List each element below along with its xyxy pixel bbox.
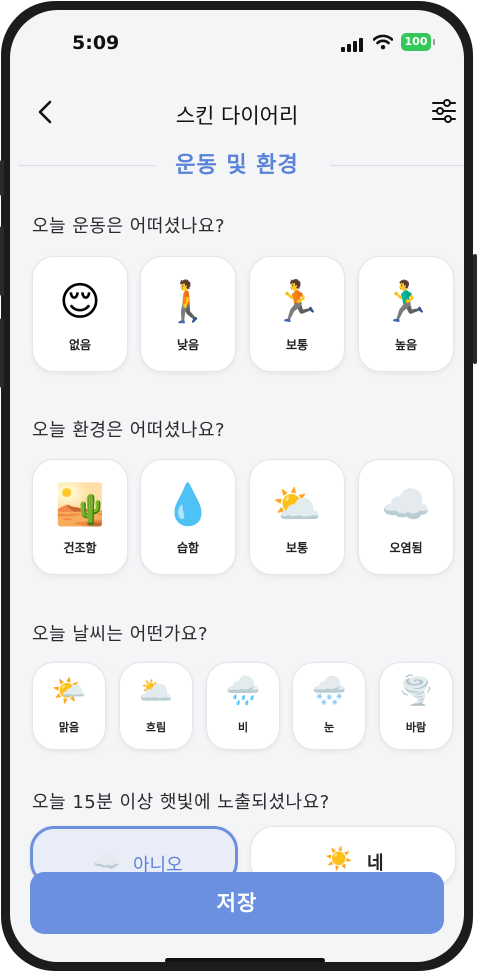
reclining-face-icon: 😌 — [59, 279, 101, 325]
option-label: 습함 — [176, 541, 200, 555]
weather-question: 오늘 날씨는 어떤가요? — [32, 624, 209, 645]
tornado-icon: 🌪️ — [398, 674, 434, 707]
sunlight-question: 오늘 15분 이상 햇빛에 노출되셨나요? — [32, 792, 330, 813]
battery-icon: 100 — [401, 33, 435, 51]
sun-behind-cloud-icon: ⛅ — [272, 482, 322, 528]
divider-left — [18, 165, 156, 166]
status-bar: 5:09 100 — [10, 10, 464, 70]
section-header: 운동 및 환경 — [10, 148, 464, 184]
option-label: 비 — [237, 721, 249, 734]
section-title: 운동 및 환경 — [175, 153, 299, 178]
page-title: 스킨 다이어리 — [175, 104, 299, 128]
sun-behind-large-cloud-icon: 🌥️ — [138, 674, 174, 707]
option-label: 건조함 — [63, 541, 97, 555]
nav-bar: 스킨 다이어리 — [10, 88, 464, 138]
snow-cloud-icon: 🌨️ — [311, 674, 347, 707]
side-button — [473, 254, 477, 364]
option-label: 없음 — [68, 338, 92, 352]
exercise-option-none[interactable]: 😌 없음 — [32, 256, 128, 372]
option-label: 오염됨 — [389, 541, 423, 555]
save-button[interactable]: 저장 — [30, 872, 444, 934]
environment-question: 오늘 환경은 어떠셨나요? — [32, 420, 226, 441]
sun-icon: ☀️ — [325, 847, 353, 872]
status-time: 5:09 — [72, 32, 120, 54]
option-label: 맑음 — [58, 721, 80, 734]
option-label: 바람 — [405, 721, 427, 734]
rain-cloud-icon: 🌧️ — [225, 674, 261, 707]
home-indicator — [165, 958, 325, 962]
exercise-option-normal[interactable]: 🏃 보통 — [249, 256, 345, 372]
option-label: 눈 — [323, 721, 335, 734]
option-label: 보통 — [285, 541, 309, 555]
exercise-question: 오늘 운동은 어떠셨나요? — [32, 216, 226, 237]
weather-option-wind[interactable]: 🌪️ 바람 — [379, 662, 453, 750]
weather-option-snow[interactable]: 🌨️ 눈 — [292, 662, 366, 750]
environment-option-polluted[interactable]: ☁️ 오염됨 — [358, 459, 454, 575]
side-button — [0, 318, 4, 388]
weather-option-cloudy[interactable]: 🌥️ 흐림 — [119, 662, 193, 750]
side-button — [0, 226, 4, 296]
option-label: 흐림 — [145, 721, 167, 734]
phone-frame: 5:09 100 스킨 다이어리 운동 및 환경 오늘 운동은 어떠셨나요? 😌… — [1, 1, 473, 971]
weather-option-rain[interactable]: 🌧️ 비 — [206, 662, 280, 750]
signal-icon — [341, 36, 367, 52]
environment-option-normal[interactable]: ⛅ 보통 — [249, 459, 345, 575]
exercise-option-high[interactable]: 🏃‍♂️ 높음 — [358, 256, 454, 372]
dark-cloud-icon: ☁️ — [381, 482, 431, 528]
running-fast-icon: 🏃‍♂️ — [381, 279, 431, 325]
environment-option-dry[interactable]: 🏜️ 건조함 — [32, 459, 128, 575]
exercise-option-low[interactable]: 🚶 낮음 — [140, 256, 236, 372]
screen: 5:09 100 스킨 다이어리 운동 및 환경 오늘 운동은 어떠셨나요? 😌… — [10, 10, 464, 962]
wifi-icon — [373, 34, 393, 50]
weather-option-sunny[interactable]: 🌤️ 맑음 — [32, 662, 106, 750]
divider-right — [330, 165, 464, 166]
side-button — [0, 160, 4, 196]
option-label: 낮음 — [176, 338, 200, 352]
cloud-icon: ☁️ — [93, 849, 121, 874]
sliders-icon[interactable] — [431, 98, 457, 124]
option-label: 보통 — [285, 338, 309, 352]
running-icon: 🏃 — [272, 279, 322, 325]
droplet-icon: 💧 — [163, 482, 213, 528]
sun-small-cloud-icon: 🌤️ — [51, 674, 87, 707]
desert-icon: 🏜️ — [55, 482, 105, 528]
walking-icon: 🚶 — [163, 279, 213, 325]
environment-option-humid[interactable]: 💧 습함 — [140, 459, 236, 575]
option-label: 높음 — [394, 338, 418, 352]
